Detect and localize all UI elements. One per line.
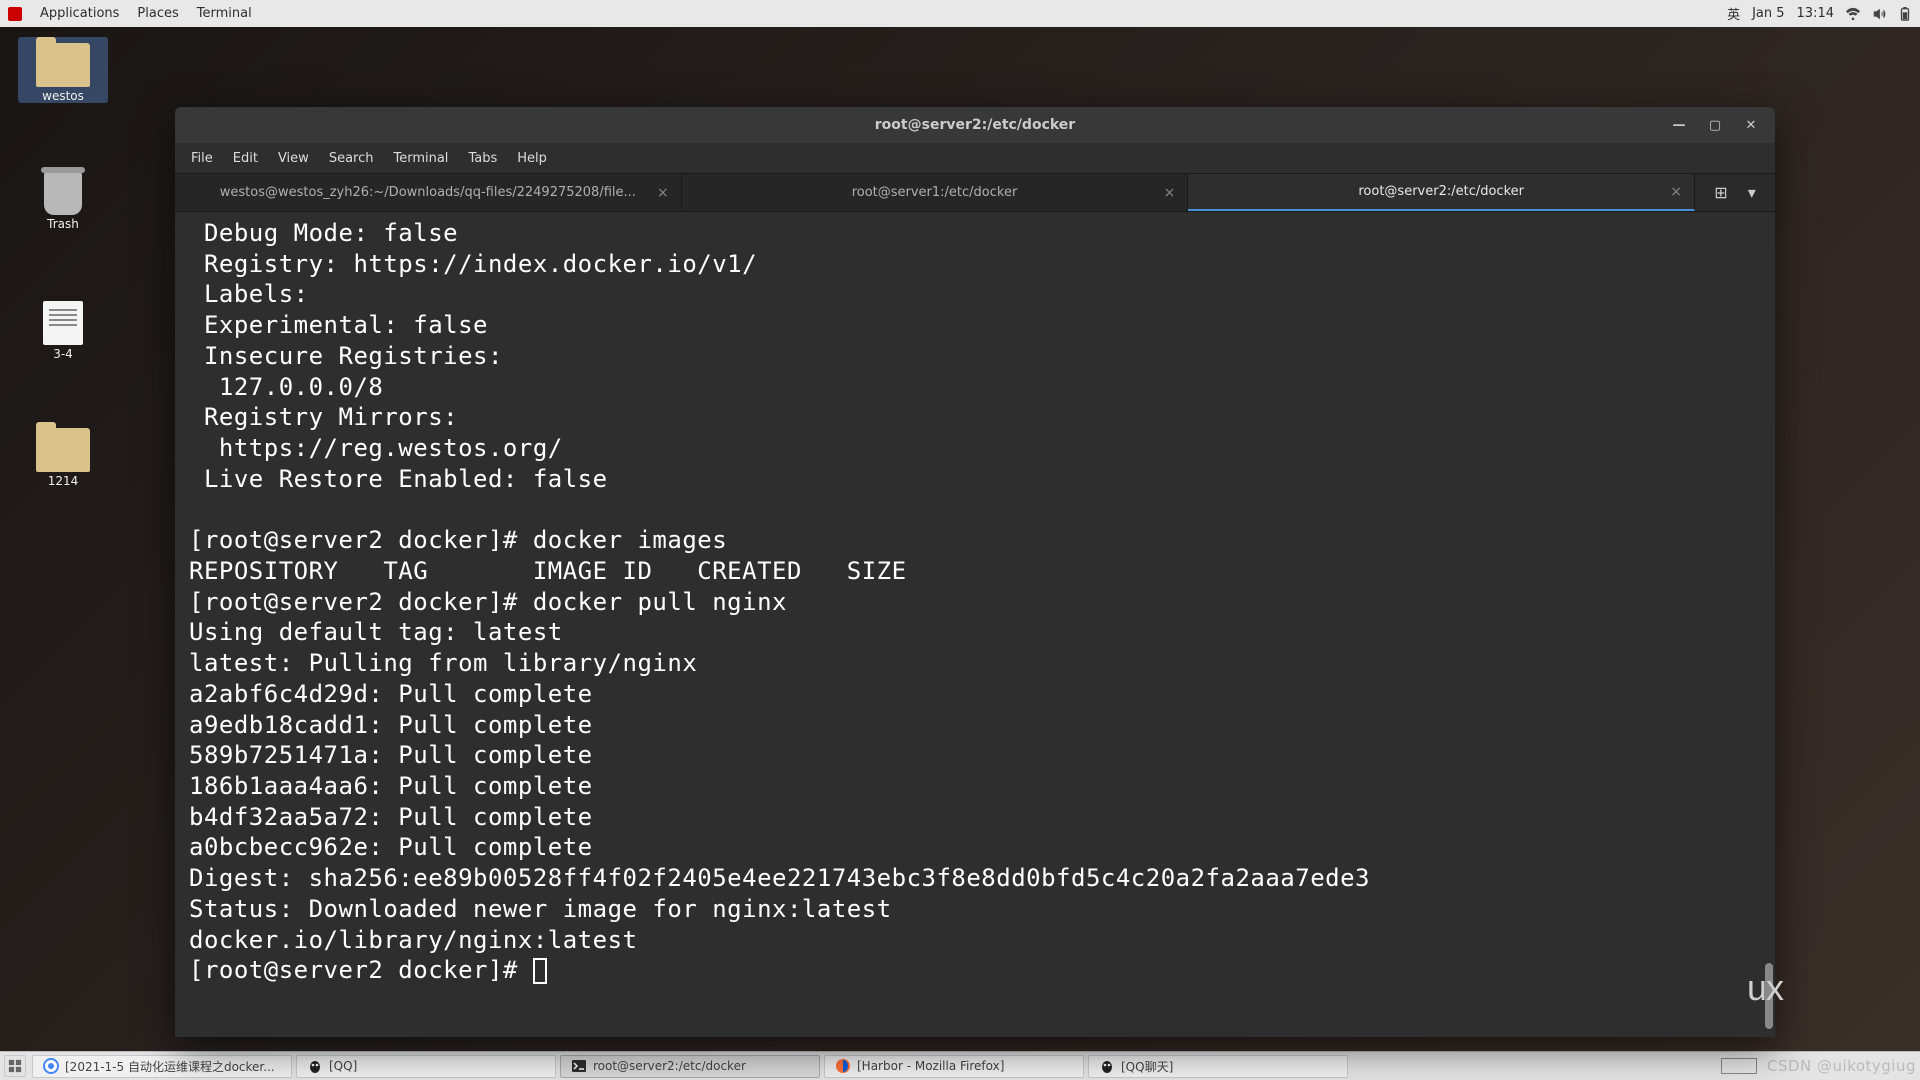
input-method-indicator[interactable]: 英 — [1727, 4, 1740, 23]
menu-edit[interactable]: Edit — [223, 147, 268, 170]
window-title: root@server2:/etc/docker — [875, 117, 1075, 133]
taskbar-tray-rect — [1721, 1058, 1757, 1074]
menu-file[interactable]: File — [181, 147, 223, 170]
desktop-icon-3-4[interactable]: 3-4 — [18, 295, 108, 361]
tab-close-icon[interactable]: × — [1164, 185, 1176, 201]
menu-terminal[interactable]: Terminal — [383, 147, 458, 170]
terminal-menubar: File Edit View Search Terminal Tabs Help — [175, 143, 1775, 174]
taskbar-item-0[interactable]: [2021-1-5 自动化运维课程之docker... — [32, 1055, 292, 1078]
terminal-tab-2[interactable]: root@server2:/etc/docker × — [1188, 174, 1695, 211]
menu-terminal[interactable]: Terminal — [197, 6, 252, 21]
watermark-text: CSDN @uikotygiug — [1767, 1057, 1916, 1075]
terminal-icon — [571, 1058, 587, 1074]
tab-overflow-controls[interactable]: ⊞ ▾ — [1695, 174, 1775, 211]
menu-search[interactable]: Search — [319, 147, 384, 170]
show-desktop-button[interactable] — [4, 1055, 26, 1077]
window-titlebar[interactable]: root@server2:/etc/docker — ▢ ✕ — [175, 107, 1775, 143]
desktop-icon-westos[interactable]: westos — [18, 37, 108, 103]
taskbar-item-label: root@server2:/etc/docker — [593, 1059, 746, 1073]
tab-label: westos@westos_zyh26:~/Downloads/qq-files… — [220, 185, 636, 200]
clock-date[interactable]: Jan 5 — [1752, 6, 1784, 21]
qq-icon — [307, 1058, 323, 1074]
taskbar-item-label: [2021-1-5 自动化运维课程之docker... — [65, 1058, 275, 1075]
desktop-icon-label: Trash — [18, 217, 108, 231]
tab-close-icon[interactable]: × — [657, 185, 669, 201]
menu-help[interactable]: Help — [507, 147, 557, 170]
volume-icon[interactable] — [1872, 7, 1886, 21]
maximize-button[interactable]: ▢ — [1697, 111, 1733, 139]
taskbar-item-4[interactable]: [QQ聊天] — [1088, 1055, 1348, 1078]
taskbar-item-1[interactable]: [QQ] — [296, 1055, 556, 1078]
tab-dropdown-icon[interactable]: ▾ — [1748, 183, 1756, 202]
tab-label: root@server1:/etc/docker — [852, 185, 1018, 200]
taskbar-item-2[interactable]: root@server2:/etc/docker — [560, 1055, 820, 1078]
battery-icon[interactable] — [1898, 7, 1912, 21]
menu-applications[interactable]: Applications — [40, 6, 119, 21]
terminal-content[interactable]: Debug Mode: false Registry: https://inde… — [175, 212, 1775, 1037]
tab-label: root@server2:/etc/docker — [1358, 184, 1524, 199]
close-button[interactable]: ✕ — [1733, 111, 1769, 139]
desktop-icon-label: 1214 — [18, 474, 108, 488]
taskbar-item-3[interactable]: [Harbor - Mozilla Firefox] — [824, 1055, 1084, 1078]
menu-view[interactable]: View — [268, 147, 319, 170]
desktop-area[interactable]: westos Trash 3-4 1214 root@server2:/etc/doc… — [0, 27, 1920, 1051]
gnome-logo-icon — [8, 7, 22, 21]
trash-icon — [44, 171, 82, 215]
desktop-icon-1214[interactable]: 1214 — [18, 422, 108, 488]
wifi-icon[interactable] — [1846, 7, 1860, 21]
clock-time[interactable]: 13:14 — [1797, 6, 1834, 21]
folder-icon — [36, 428, 90, 472]
desktop-icon-trash[interactable]: Trash — [18, 165, 108, 231]
menu-tabs[interactable]: Tabs — [458, 147, 507, 170]
doc-icon — [43, 301, 83, 345]
menu-places[interactable]: Places — [137, 6, 178, 21]
gnome-top-bar: Applications Places Terminal 英 Jan 5 13:… — [0, 0, 1920, 27]
bottom-taskbar: [2021-1-5 自动化运维课程之docker... [QQ] root@serv… — [0, 1051, 1920, 1080]
background-ux-text: ux — [1747, 967, 1783, 1009]
desktop-icon-label: 3-4 — [18, 347, 108, 361]
terminal-cursor — [533, 958, 547, 984]
terminal-tab-1[interactable]: root@server1:/etc/docker × — [682, 174, 1189, 211]
firefox-icon — [835, 1058, 851, 1074]
minimize-button[interactable]: — — [1661, 111, 1697, 139]
terminal-tab-0[interactable]: westos@westos_zyh26:~/Downloads/qq-files… — [175, 174, 682, 211]
tab-close-icon[interactable]: × — [1670, 184, 1682, 200]
folder-icon — [36, 43, 90, 87]
taskbar-item-label: [Harbor - Mozilla Firefox] — [857, 1059, 1004, 1073]
terminal-window: root@server2:/etc/docker — ▢ ✕ File Edit… — [175, 107, 1775, 1037]
qq-icon — [1099, 1058, 1115, 1074]
tab-grid-icon[interactable]: ⊞ — [1714, 183, 1727, 202]
taskbar-item-label: [QQ聊天] — [1121, 1058, 1173, 1075]
desktop-icon-label: westos — [18, 89, 108, 103]
chrome-icon — [43, 1058, 59, 1074]
terminal-tabbar: westos@westos_zyh26:~/Downloads/qq-files… — [175, 174, 1775, 212]
taskbar-item-label: [QQ] — [329, 1059, 357, 1073]
